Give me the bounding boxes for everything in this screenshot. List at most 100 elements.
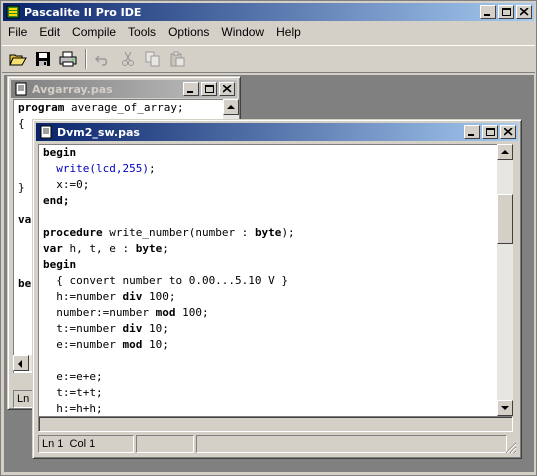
main-title-bar[interactable]: Pascalite II Pro IDE	[3, 3, 534, 21]
dvm2-title: Dvm2_sw.pas	[57, 125, 140, 139]
code-token: byte	[254, 226, 282, 239]
dvm2-title-bar[interactable]: Dvm2_sw.pas	[36, 123, 518, 141]
app-title: Pascalite II Pro IDE	[24, 5, 142, 19]
code-token: }	[18, 181, 25, 194]
print-icon[interactable]	[56, 48, 79, 70]
code-line[interactable]: begin	[39, 257, 497, 273]
code-token: div	[122, 322, 143, 335]
code-line[interactable]: var h, t, e : byte;	[39, 241, 497, 257]
menu-file[interactable]: File	[2, 25, 33, 39]
code-token: ;	[148, 162, 156, 175]
code-line[interactable]: begin	[39, 145, 497, 161]
document-icon	[39, 125, 53, 139]
dvm2-horizontal-scroll-area[interactable]	[38, 416, 513, 432]
dvm2-status-line: Ln 1	[42, 438, 64, 450]
menu-edit[interactable]: Edit	[33, 25, 66, 39]
avgarray-scroll-left-button[interactable]	[13, 355, 29, 371]
dvm2-maximize-button[interactable]	[482, 125, 498, 139]
menu-window[interactable]: Window	[215, 25, 270, 39]
save-disk-icon[interactable]	[31, 48, 54, 70]
code-token: 10;	[142, 338, 169, 351]
code-line[interactable]: write(lcd,255);	[39, 161, 497, 177]
code-token: 100;	[142, 290, 176, 303]
toolbar	[2, 45, 535, 73]
dvm2-vertical-scrollbar[interactable]	[497, 144, 513, 416]
avgarray-title: Avgarray.pas	[32, 82, 113, 96]
ide-main-window: Pascalite II Pro IDE File Edit Compile T…	[0, 0, 537, 476]
code-token: va	[18, 213, 32, 226]
menu-options[interactable]: Options	[162, 25, 215, 39]
open-folder-icon[interactable]	[6, 48, 29, 70]
code-token: average_of_array;	[64, 101, 184, 114]
code-token: be	[18, 277, 32, 290]
code-line[interactable]: t:=number div 10;	[39, 321, 497, 337]
code-token: div	[122, 290, 143, 303]
minimize-button[interactable]	[480, 5, 496, 19]
dvm2-scroll-down-button[interactable]	[497, 400, 513, 416]
resize-grip-icon[interactable]	[505, 442, 517, 454]
code-line[interactable]: h:=h+h;	[39, 401, 497, 416]
cut-icon[interactable]	[116, 48, 139, 70]
avgarray-scroll-up-button[interactable]	[223, 99, 239, 115]
close-button[interactable]	[516, 5, 532, 19]
copy-icon[interactable]	[141, 48, 164, 70]
code-token: var	[43, 242, 63, 255]
code-token: begin	[43, 146, 77, 159]
code-token: mod	[155, 306, 176, 319]
code-token: {	[18, 117, 25, 130]
code-token: e:=number	[43, 338, 123, 351]
code-token: ;	[162, 242, 169, 255]
maximize-button[interactable]	[498, 5, 514, 19]
dvm2-minimize-button[interactable]	[464, 125, 480, 139]
code-token: byte	[135, 242, 163, 255]
avgarray-minimize-button[interactable]	[183, 82, 199, 96]
code-token: program	[18, 101, 65, 114]
code-line[interactable]: { convert number to 0.00...5.10 V }	[39, 273, 497, 289]
avgarray-maximize-button[interactable]	[201, 82, 217, 96]
code-token: end;	[43, 194, 70, 207]
code-line[interactable]: e:=number mod 10;	[39, 337, 497, 353]
menu-help[interactable]: Help	[270, 25, 307, 39]
code-token: number:=number	[43, 306, 156, 319]
undo-icon[interactable]	[91, 48, 114, 70]
code-line[interactable]: t:=t+t;	[39, 385, 497, 401]
document-icon	[14, 82, 28, 96]
code-line[interactable]: procedure write_number(number : byte);	[39, 225, 497, 241]
code-token: h:=number	[43, 290, 123, 303]
mdi-client-area[interactable]: Avgarray.pas program average_of_array;{}…	[4, 75, 534, 472]
avgarray-title-bar[interactable]: Avgarray.pas	[11, 80, 237, 98]
dvm2-window[interactable]: Dvm2_sw.pas begin write(lcd,255); x:=0; e…	[32, 119, 522, 459]
menu-compile[interactable]: Compile	[66, 25, 122, 39]
dvm2-close-button[interactable]	[500, 125, 516, 139]
code-token: e:=e+e;	[43, 370, 103, 383]
code-token: h:=h+h;	[43, 402, 103, 415]
code-token: 100;	[175, 306, 209, 319]
code-line[interactable]	[39, 353, 497, 369]
dvm2-scroll-up-button[interactable]	[497, 144, 513, 160]
paste-icon[interactable]	[166, 48, 189, 70]
menu-tools[interactable]: Tools	[122, 25, 162, 39]
code-token: write_number(number :	[102, 226, 255, 239]
dvm2-status-bar: Ln 1 Col 1	[38, 435, 509, 453]
code-token: mod	[122, 338, 143, 351]
code-line[interactable]: x:=0;	[39, 177, 497, 193]
code-token: begin	[43, 258, 77, 271]
app-icon	[6, 5, 20, 19]
code-line[interactable]: h:=number div 100;	[39, 289, 497, 305]
code-line[interactable]: end;	[39, 193, 497, 209]
code-line[interactable]: number:=number mod 100;	[39, 305, 497, 321]
code-token: x:=0;	[43, 178, 90, 191]
dvm2-status-position: Ln 1 Col 1	[38, 435, 134, 453]
code-token: h, t, e :	[62, 242, 136, 255]
code-token: 10;	[142, 322, 169, 335]
dvm2-status-cell-3	[196, 435, 507, 453]
avgarray-close-button[interactable]	[219, 82, 235, 96]
code-line[interactable]: program average_of_array;	[14, 100, 223, 116]
dvm2-scroll-thumb[interactable]	[497, 194, 513, 244]
dvm2-code-editor[interactable]: begin write(lcd,255); x:=0; end; procedure…	[38, 144, 497, 416]
code-token: t:=number	[43, 322, 123, 335]
code-line[interactable]	[39, 209, 497, 225]
code-line[interactable]: e:=e+e;	[39, 369, 497, 385]
code-token: );	[281, 226, 295, 239]
